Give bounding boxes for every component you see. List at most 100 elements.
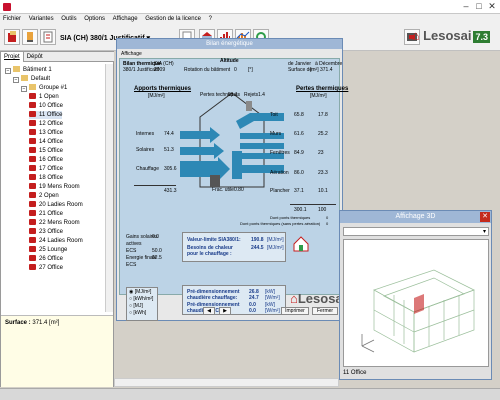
tree-item-label: 11 Office xyxy=(39,112,63,118)
status-bar xyxy=(0,388,500,400)
tab-projet[interactable]: Projet xyxy=(1,52,24,62)
valeur-limite-unit: [MJ/m²] xyxy=(267,237,284,243)
unit-option-kwh[interactable]: ○ [kWh] xyxy=(129,310,146,316)
pertes-total-1: 300.1 xyxy=(294,207,307,213)
apport-internes-label: Internes xyxy=(136,131,155,137)
tree-item-room[interactable]: 24 Ladies Room xyxy=(29,237,83,245)
collapse-icon[interactable]: − xyxy=(13,77,19,83)
rotation-label: Rotation du bâtiment xyxy=(184,67,231,73)
tree-item-room[interactable]: 2 Open xyxy=(29,192,59,200)
menu-fichier[interactable]: Fichier xyxy=(0,14,24,25)
boiler-symbol xyxy=(210,175,220,187)
room-icon xyxy=(29,138,36,144)
besoins-label: Besoins de chaleur pour le chauffage : xyxy=(187,245,233,257)
surface-panel: Surface : 371.4 [m²] xyxy=(1,315,113,387)
tree-item-label: 16 Office xyxy=(39,157,63,163)
project-icon[interactable] xyxy=(4,29,20,45)
prev-button[interactable]: ◀ xyxy=(203,307,215,315)
tree-item-room[interactable]: 18 Office xyxy=(29,174,63,182)
apport-chauffage-label: Chauffage xyxy=(136,166,159,172)
tree-scrollbar[interactable] xyxy=(105,64,113,312)
energy-balance-dialog: Bilan énergétique Affichage Bilan thermi… xyxy=(116,38,348,321)
tree-item-room[interactable]: 21 Office xyxy=(29,210,63,218)
tree-item-folder[interactable]: − Default xyxy=(13,75,50,83)
document-icon[interactable] xyxy=(40,29,56,45)
menu-help[interactable]: ? xyxy=(206,14,215,25)
tree-item-room[interactable]: 20 Ladies Room xyxy=(29,201,83,209)
menu-options[interactable]: Options xyxy=(81,14,108,25)
pertes-tech-value: 61.1 xyxy=(228,92,238,98)
energy-flow-diagram xyxy=(180,92,284,188)
collapse-icon[interactable]: − xyxy=(21,86,27,92)
view-3d-close-button[interactable]: ✕ xyxy=(480,212,490,222)
stat-value: 62.5 xyxy=(152,255,162,261)
unit-option-kwh-label: [kWh] xyxy=(133,310,147,316)
tree-item-room[interactable]: 27 Office xyxy=(29,264,63,272)
perte-value-2: 10.1 xyxy=(318,188,328,194)
tree-item-room[interactable]: 16 Office xyxy=(29,156,63,164)
tree-item-label: 20 Ladies Room xyxy=(39,202,83,208)
tree-item-room[interactable]: 1 Open xyxy=(29,93,59,101)
tree-item-room[interactable]: 25 Lounge xyxy=(29,246,67,254)
tree-item-room[interactable]: 17 Office xyxy=(29,165,63,173)
tree-item-room[interactable]: 15 Office xyxy=(29,147,63,155)
perte-value-2: 17.8 xyxy=(318,112,328,118)
maximize-button[interactable]: □ xyxy=(473,1,485,12)
unit-option-mj-m2[interactable]: ◉ [MJ/m²] xyxy=(129,289,151,295)
menu-gestion-licence[interactable]: Gestion de la licence xyxy=(142,14,204,25)
tree-item-room[interactable]: 22 Mens Room xyxy=(29,219,80,227)
tab-depot[interactable]: Dépôt xyxy=(24,52,46,62)
stat-label: ECS xyxy=(126,262,137,268)
tree-item-room[interactable]: 13 Office xyxy=(29,129,63,137)
close-button[interactable]: ✕ xyxy=(486,1,498,12)
tree-item-label: Groupe #1 xyxy=(39,85,68,91)
predim-chauffage-value2: 24.7 xyxy=(249,295,259,301)
print-button[interactable]: Imprimer xyxy=(281,307,309,315)
tree-item-label: 14 Office xyxy=(39,139,63,145)
tree-item-room[interactable]: 14 Office xyxy=(29,138,63,146)
valeur-limite-label: Valeur-limite SIA380/1: xyxy=(187,237,241,243)
title-bar: – □ ✕ xyxy=(0,0,500,14)
menu-affichage[interactable]: Affichage xyxy=(110,14,141,25)
collapse-icon[interactable]: − xyxy=(5,68,11,74)
tree-item-room[interactable]: 10 Office xyxy=(29,102,63,110)
lesosai-dialog-logo: ⌂Lesosai xyxy=(290,291,347,306)
edit-icon[interactable] xyxy=(22,29,38,45)
view-3d-selector[interactable]: ▾ xyxy=(343,227,489,236)
tree-item-folder[interactable]: − Bâtiment 1 xyxy=(5,66,52,74)
ponts-value: 0 xyxy=(326,215,329,220)
folder-icon xyxy=(13,66,20,72)
tree-item-room[interactable]: 11 Office xyxy=(29,111,63,119)
menu-outils[interactable]: Outils xyxy=(58,14,79,25)
tree-item-room[interactable]: 26 Office xyxy=(29,255,63,263)
room-icon xyxy=(29,192,36,198)
apports-unit: [MJ/m²] xyxy=(148,93,165,99)
close-dialog-button[interactable]: Fermer xyxy=(312,307,338,315)
tree-item-room[interactable]: 23 Office xyxy=(29,228,63,236)
perte-label: Fenêtres xyxy=(270,150,290,156)
unit-option-kwh-m2[interactable]: ○ [kWh/m²] xyxy=(129,296,153,302)
apport-internes-value: 74.4 xyxy=(164,131,174,137)
perte-value-1: 84.9 xyxy=(294,150,304,156)
minimize-button[interactable]: – xyxy=(460,1,472,12)
view-3d-canvas[interactable] xyxy=(343,239,489,367)
stat-label: actives xyxy=(126,241,142,247)
room-icon xyxy=(29,237,36,243)
room-icon xyxy=(29,255,36,261)
predim-ecs-value2: 0.0 xyxy=(249,308,256,314)
apport-solaires-label: Solaires xyxy=(136,147,155,153)
tree-item-label: 1 Open xyxy=(39,94,59,100)
tree-item-folder[interactable]: − Groupe #1 xyxy=(21,84,67,92)
tree-item-room[interactable]: 12 Office xyxy=(29,120,63,128)
perte-label: Plancher xyxy=(270,188,290,194)
unit-option-mj[interactable]: ○ [MJ] xyxy=(129,303,143,309)
ponts-label: Dont ponts thermiques xyxy=(270,215,311,220)
menu-variantes[interactable]: Variantes xyxy=(26,14,57,25)
house-logo-icon xyxy=(293,236,309,252)
next-button[interactable]: ▶ xyxy=(219,307,231,315)
main-horizontal-scrollbar[interactable] xyxy=(114,378,339,387)
tree-item-label: 25 Lounge xyxy=(39,247,68,253)
surface-label: Surface : xyxy=(5,320,31,326)
tree-item-label: Default xyxy=(31,76,51,82)
tree-item-room[interactable]: 19 Mens Room xyxy=(29,183,80,191)
